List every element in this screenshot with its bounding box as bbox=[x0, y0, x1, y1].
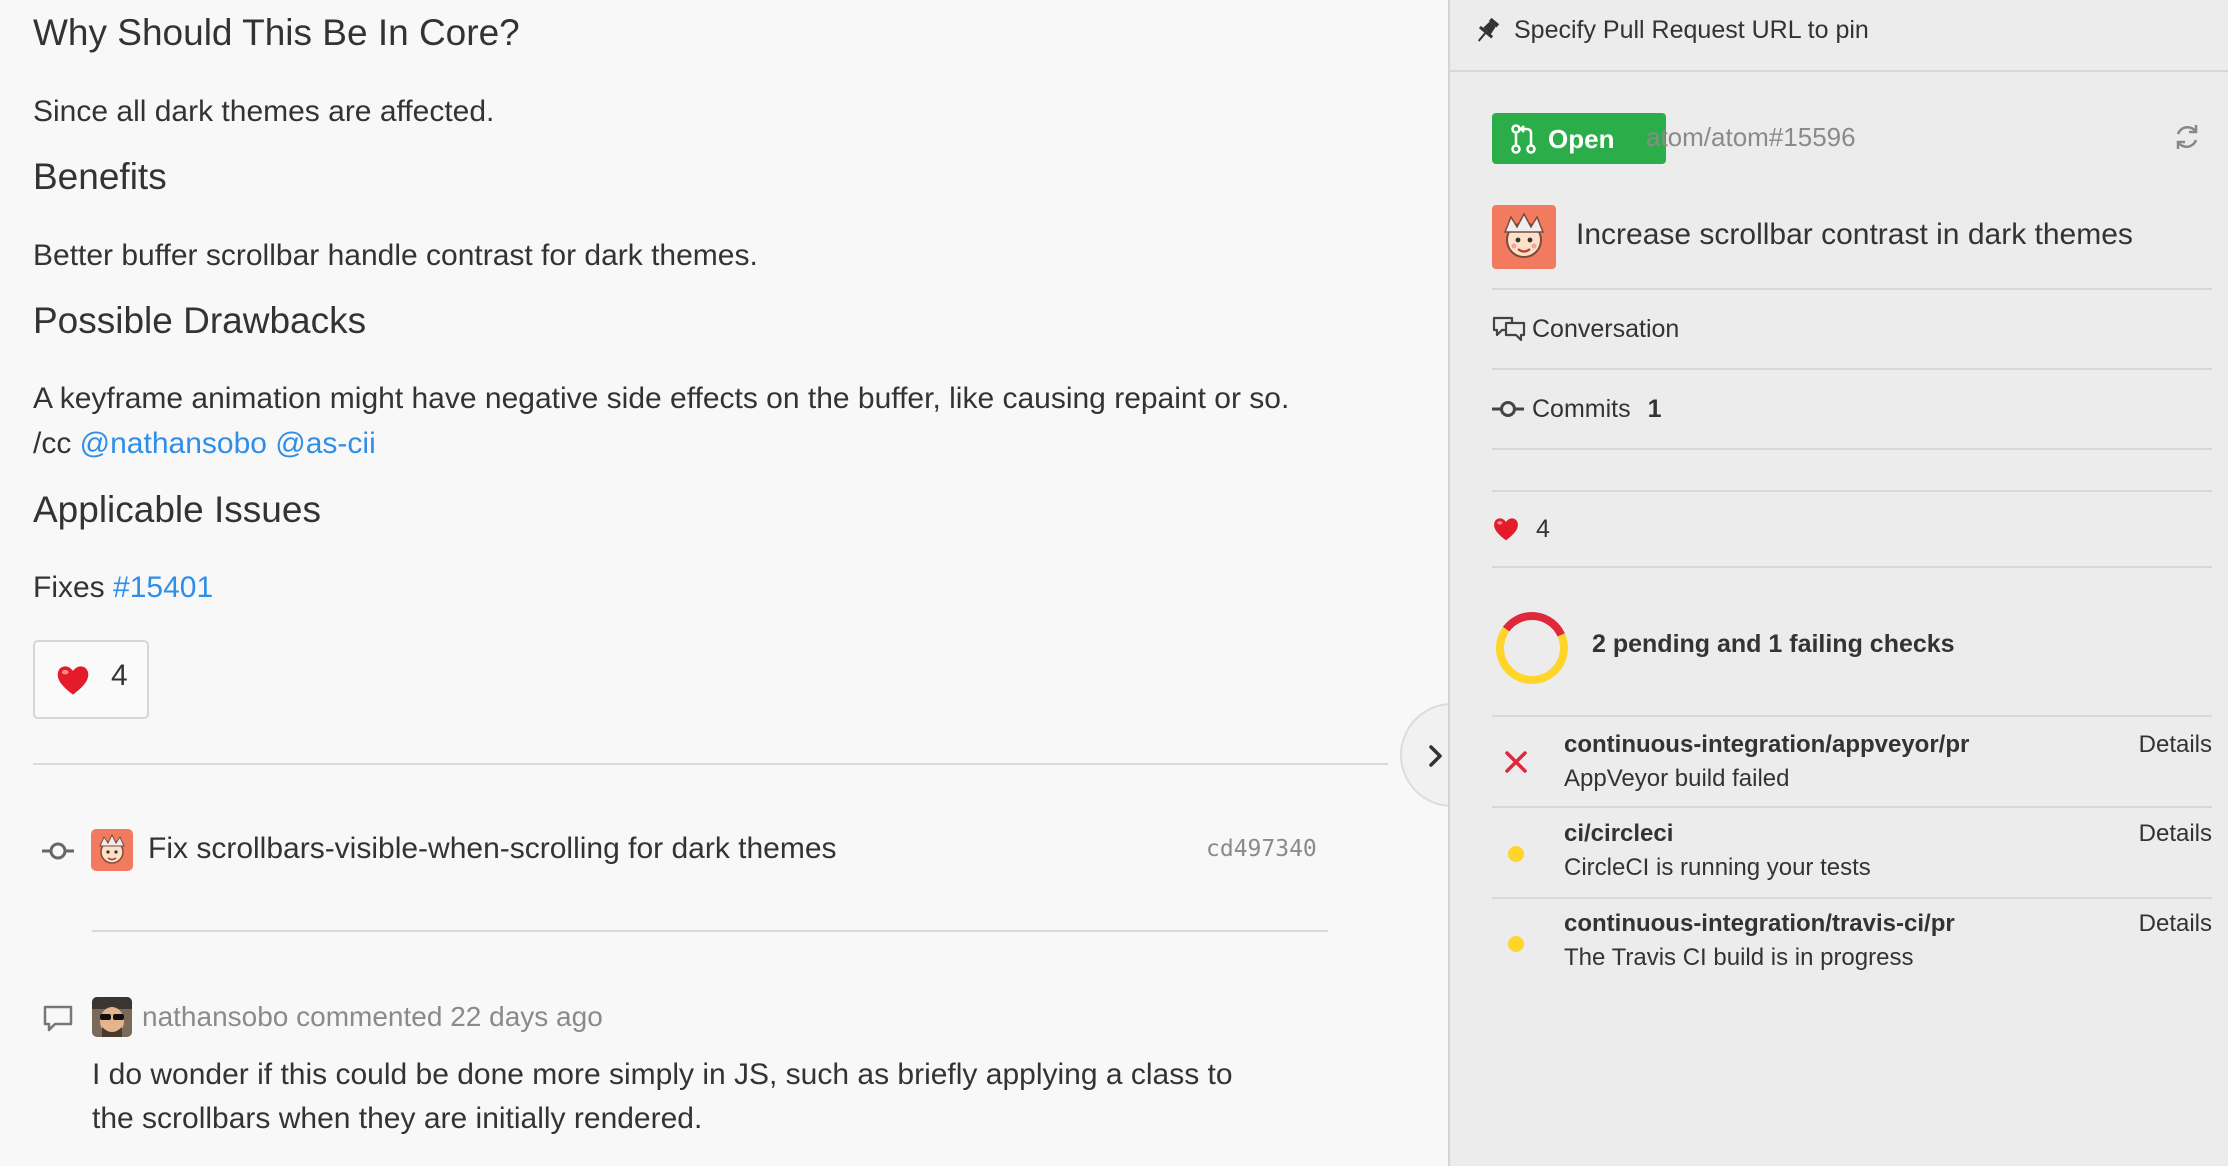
donut-pending-segment bbox=[1496, 626, 1568, 684]
check-context: continuous-integration/appveyor/pr bbox=[1564, 731, 1970, 758]
pull-request-icon bbox=[1511, 124, 1536, 154]
issue-link[interactable]: #15401 bbox=[113, 571, 213, 604]
checks-summary: 2 pending and 1 failing checks bbox=[1592, 630, 1955, 658]
pr-description-pane: Why Should This Be In Core? Since all da… bbox=[0, 0, 1448, 1166]
divider bbox=[1492, 448, 2212, 450]
pin-icon bbox=[1477, 17, 1500, 42]
commit-author-avatar[interactable] bbox=[91, 829, 133, 871]
check-row: continuous-integration/travis-ci/pr The … bbox=[1492, 897, 2212, 987]
divider bbox=[1492, 490, 2212, 492]
checks-status-donut bbox=[1496, 612, 1568, 684]
check-details-link[interactable]: Details bbox=[2139, 820, 2212, 848]
commit-icon bbox=[1492, 401, 1524, 417]
heart-icon bbox=[57, 666, 89, 695]
pin-url-row[interactable]: Specify Pull Request URL to pin bbox=[1450, 0, 2228, 72]
divider bbox=[1492, 566, 2212, 568]
check-details-link[interactable]: Details bbox=[2139, 731, 2212, 759]
pr-status-label: Open bbox=[1548, 124, 1615, 154]
comment-body-line-1: I do wonder if this could be done more s… bbox=[92, 1058, 1233, 1091]
commit-sha[interactable]: cd497340 bbox=[1206, 836, 1317, 862]
mention-as-cii[interactable]: @as-cii bbox=[275, 427, 375, 460]
tab-conversation[interactable]: Conversation bbox=[1532, 315, 1679, 344]
check-context: continuous-integration/travis-ci/pr bbox=[1564, 910, 1955, 937]
fixes-prefix: Fixes bbox=[33, 571, 114, 604]
comment-header: nathansobo commented 22 days ago bbox=[142, 995, 603, 1039]
reaction-count: 4 bbox=[111, 659, 128, 692]
heading-drawbacks: Possible Drawbacks bbox=[33, 300, 367, 341]
check-row: ci/circleci CircleCI is running your tes… bbox=[1492, 806, 2212, 896]
divider bbox=[92, 930, 1328, 932]
pr-author-avatar[interactable] bbox=[1492, 205, 1556, 269]
divider bbox=[33, 763, 1388, 765]
paragraph-benefits: Better buffer scrollbar handle contrast … bbox=[33, 239, 758, 272]
conversation-icon bbox=[1492, 316, 1526, 342]
comment-meta: commented 22 days ago bbox=[296, 1001, 603, 1032]
divider bbox=[1492, 368, 2212, 370]
check-row: continuous-integration/appveyor/pr AppVe… bbox=[1492, 715, 2212, 805]
comment-author[interactable]: nathansobo bbox=[142, 1001, 288, 1032]
pending-dot-icon bbox=[1508, 936, 1524, 952]
mention-nathansobo[interactable]: @nathansobo bbox=[80, 427, 267, 460]
donut-failing-segment bbox=[1502, 612, 1565, 637]
pr-title: Increase scrollbar contrast in dark them… bbox=[1576, 218, 2133, 251]
paragraph-cc: /cc @nathansobo @as-cii bbox=[33, 422, 376, 466]
check-description: AppVeyor build failed bbox=[1564, 765, 1790, 792]
pr-reference-link[interactable]: atom/atom#15596 bbox=[1646, 122, 1856, 153]
fail-x-icon bbox=[1505, 751, 1527, 773]
paragraph-drawbacks: A keyframe animation might have negative… bbox=[33, 382, 1290, 415]
tab-commits[interactable]: Commits 1 bbox=[1532, 395, 1661, 424]
divider bbox=[1492, 288, 2212, 290]
sidebar-reaction-count: 4 bbox=[1536, 515, 1550, 543]
reaction-button[interactable]: 4 bbox=[33, 640, 149, 719]
comment-body-line-2: the scrollbars when they are initially r… bbox=[92, 1102, 703, 1135]
commit-message[interactable]: Fix scrollbars-visible-when-scrolling fo… bbox=[148, 827, 837, 871]
paragraph-fixes: Fixes #15401 bbox=[33, 566, 213, 610]
tab-commits-label: Commits bbox=[1532, 395, 1631, 423]
refresh-icon[interactable] bbox=[2172, 122, 2202, 152]
heading-applicable-issues: Applicable Issues bbox=[33, 489, 321, 530]
heading-why-core: Why Should This Be In Core? bbox=[33, 12, 520, 53]
cc-prefix: /cc bbox=[33, 427, 80, 460]
check-description: CircleCI is running your tests bbox=[1564, 854, 1871, 881]
pr-sidebar: Specify Pull Request URL to pin Open ato… bbox=[1448, 0, 2228, 1166]
paragraph-why-core: Since all dark themes are affected. bbox=[33, 95, 495, 128]
check-context: ci/circleci bbox=[1564, 820, 1674, 847]
comment-icon bbox=[43, 1005, 73, 1032]
chevron-right-icon bbox=[1429, 745, 1442, 767]
pending-dot-icon bbox=[1508, 846, 1524, 862]
commits-count: 1 bbox=[1647, 395, 1662, 423]
commit-icon bbox=[42, 842, 74, 860]
commenter-avatar[interactable] bbox=[92, 997, 132, 1037]
heart-icon bbox=[1494, 518, 1518, 541]
heading-benefits: Benefits bbox=[33, 156, 167, 197]
pr-status-badge: Open bbox=[1492, 113, 1666, 164]
pin-url-label: Specify Pull Request URL to pin bbox=[1514, 16, 1869, 44]
check-description: The Travis CI build is in progress bbox=[1564, 944, 1914, 971]
check-details-link[interactable]: Details bbox=[2139, 910, 2212, 938]
